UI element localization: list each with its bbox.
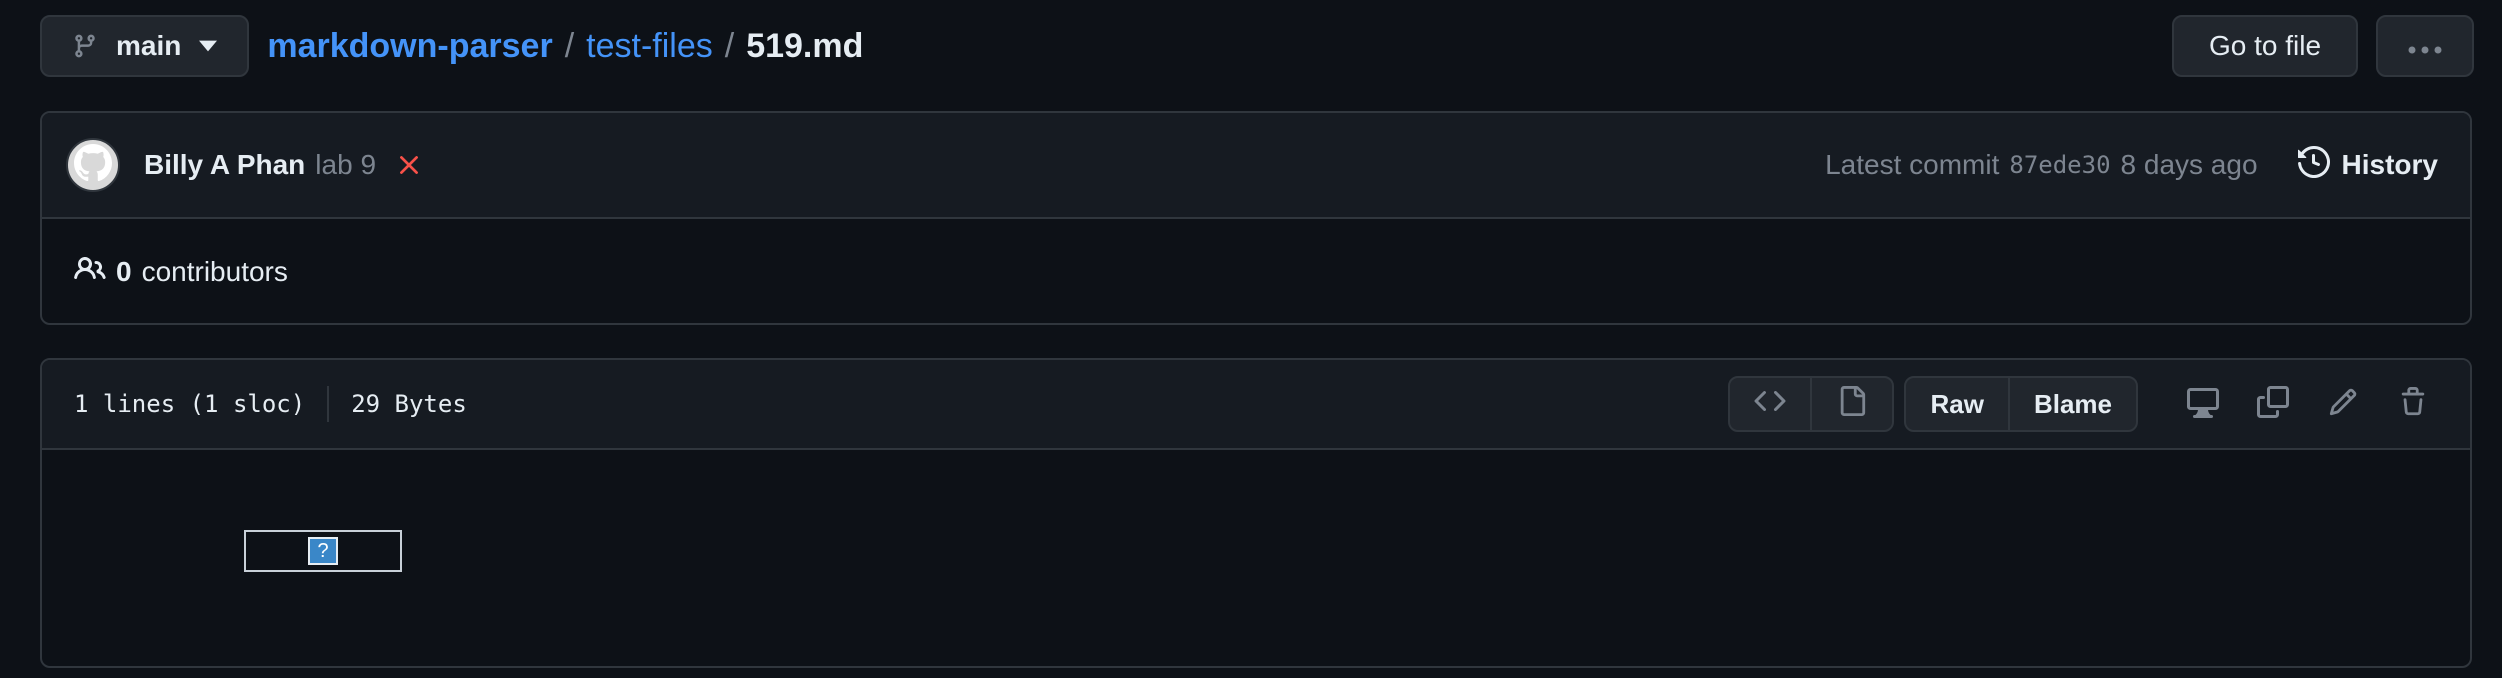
commit-meta: Latest commit 87ede30 8 days ago History xyxy=(1825,145,2438,185)
latest-commit-box: Billy A Phan lab 9 Latest commit 87ede30… xyxy=(40,111,2472,325)
github-mark-icon xyxy=(74,143,112,187)
history-label: History xyxy=(2341,149,2438,180)
pencil-icon xyxy=(2328,387,2358,422)
more-options-button[interactable] xyxy=(2376,15,2474,77)
people-icon xyxy=(74,253,106,292)
commit-author-link[interactable]: Billy A Phan xyxy=(144,149,305,181)
history-button[interactable]: History xyxy=(2297,145,2438,185)
history-icon xyxy=(2297,145,2330,185)
raw-button[interactable]: Raw xyxy=(1906,378,2007,430)
open-desktop-button[interactable] xyxy=(2174,376,2232,432)
contributors-row: 0 contributors xyxy=(42,219,2470,323)
x-icon[interactable] xyxy=(398,154,420,176)
broken-image-frame: ? xyxy=(244,530,402,572)
file-header: 1 lines (1 sloc) 29 Bytes Raw Blame xyxy=(42,360,2470,450)
edit-file-button[interactable] xyxy=(2314,376,2372,432)
breadcrumb-current-file: 519.md xyxy=(746,26,864,65)
commit-sha-link[interactable]: 87ede30 xyxy=(2009,151,2110,179)
file-viewer: 1 lines (1 sloc) 29 Bytes Raw Blame ? xyxy=(40,358,2472,668)
breadcrumb-separator: / xyxy=(724,26,735,65)
branch-name: main xyxy=(116,30,182,61)
avatar[interactable] xyxy=(66,138,120,192)
top-actions: Go to file xyxy=(2172,15,2474,77)
copy-raw-button[interactable] xyxy=(2244,376,2302,432)
copy-icon xyxy=(2257,385,2289,423)
blame-button[interactable]: Blame xyxy=(2007,378,2136,430)
file-navigation-bar: main markdown-parser / test-files / 519.… xyxy=(40,14,2474,78)
broken-image-icon: ? xyxy=(308,537,338,565)
contributors-label: contributors xyxy=(141,256,288,287)
kebab-horizontal-icon xyxy=(2407,30,2443,62)
code-icon xyxy=(1754,385,1786,424)
contributors-count: 0 xyxy=(116,256,132,287)
file-info: 1 lines (1 sloc) 29 Bytes xyxy=(74,386,467,422)
rendered-view-button[interactable] xyxy=(1810,378,1892,430)
breadcrumb-repo-link[interactable]: markdown-parser xyxy=(267,27,552,66)
branch-selector-button[interactable]: main xyxy=(40,15,250,77)
raw-blame-group: Raw Blame xyxy=(1904,376,2138,432)
latest-commit-label: Latest commit xyxy=(1825,149,2000,180)
delete-file-button[interactable] xyxy=(2384,376,2442,432)
source-view-button[interactable] xyxy=(1730,378,1810,430)
commit-message-link[interactable]: lab 9 xyxy=(315,149,376,181)
caret-down-icon xyxy=(199,40,218,52)
display-icon xyxy=(2187,386,2219,423)
go-to-file-button[interactable]: Go to file xyxy=(2172,15,2358,77)
breadcrumb-separator: / xyxy=(564,26,575,65)
file-line-count: 1 lines (1 sloc) xyxy=(74,390,306,418)
breadcrumb-folder-link[interactable]: test-files xyxy=(586,27,713,66)
rendered-markdown: ? xyxy=(42,450,2470,666)
view-mode-toggle xyxy=(1728,376,1895,432)
trash-icon xyxy=(2398,386,2428,423)
commit-row: Billy A Phan lab 9 Latest commit 87ede30… xyxy=(42,113,2470,219)
breadcrumb: markdown-parser / test-files / 519.md xyxy=(267,27,863,66)
commit-age: 8 days ago xyxy=(2120,149,2258,180)
file-size: 29 Bytes xyxy=(351,390,467,418)
file-info-divider xyxy=(327,386,330,422)
file-actions: Raw Blame xyxy=(1728,376,2442,432)
git-branch-icon xyxy=(72,31,98,61)
file-icon xyxy=(1837,385,1867,424)
